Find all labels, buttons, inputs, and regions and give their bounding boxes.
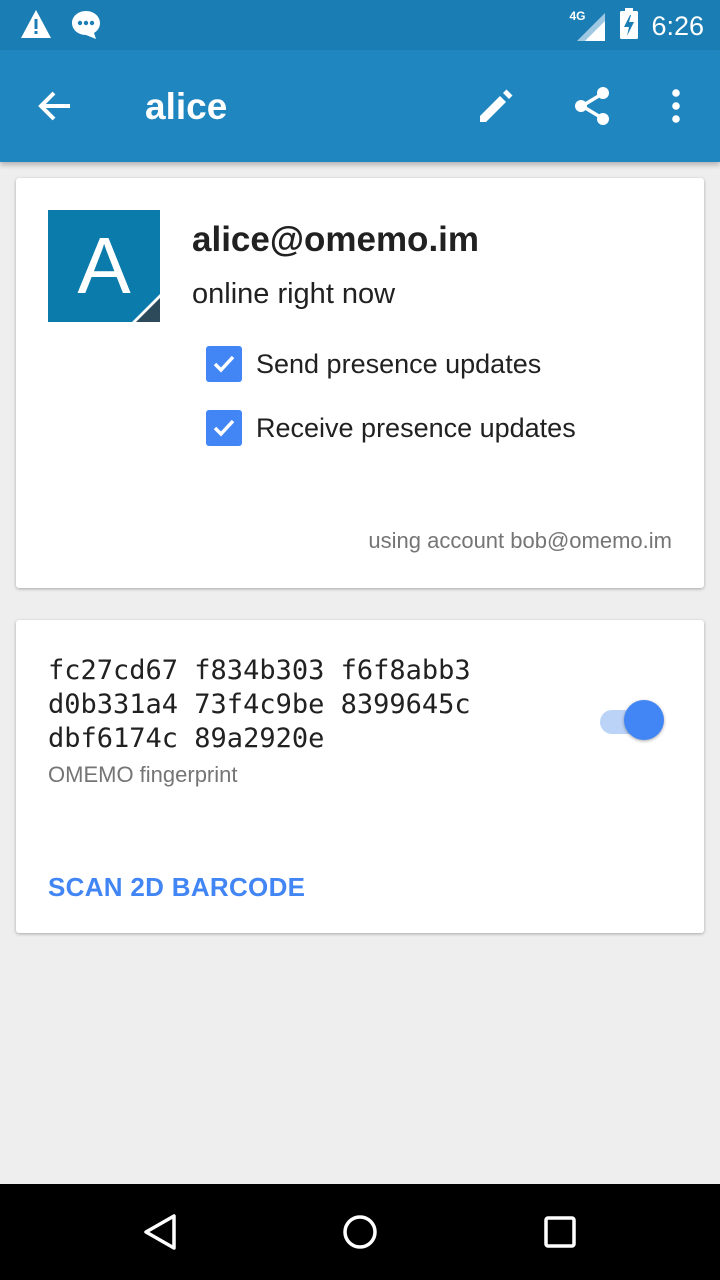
status-bar: 4G 6:26	[0, 0, 720, 50]
account-info: using account bob@omemo.im	[368, 528, 672, 553]
avatar-corner-icon	[132, 294, 160, 322]
avatar[interactable]: A	[48, 210, 160, 322]
checkmark-icon	[213, 419, 235, 437]
omemo-fingerprint: fc27cd67 f834b303 f6f8abb3 d0b331a4 73f4…	[48, 655, 471, 754]
signal-icon: 4G	[569, 8, 607, 43]
toolbar-title: alice	[145, 86, 228, 127]
checkmark-icon	[213, 355, 235, 373]
share-icon[interactable]	[570, 84, 614, 128]
nav-back-icon[interactable]	[138, 1210, 182, 1254]
warning-icon	[20, 9, 52, 46]
nav-home-icon[interactable]	[338, 1210, 382, 1254]
network-type: 4G	[569, 8, 586, 23]
edit-pencil-icon[interactable]	[474, 84, 518, 128]
scan-barcode-button[interactable]: SCAN 2D BARCODE	[48, 872, 305, 903]
send-presence-row[interactable]: Send presence updates	[206, 346, 541, 382]
omemo-card: fc27cd67 f834b303 f6f8abb3 d0b331a4 73f4…	[16, 620, 704, 933]
navigation-bar	[0, 1184, 720, 1280]
nav-recents-icon[interactable]	[538, 1210, 582, 1254]
back-arrow-icon[interactable]	[34, 84, 78, 128]
send-presence-checkbox[interactable]	[206, 346, 242, 382]
app-toolbar: alice	[0, 50, 720, 162]
contact-card: A alice@omemo.im online right now Send p…	[16, 178, 704, 588]
clock: 6:26	[651, 11, 704, 41]
more-vert-icon[interactable]	[654, 84, 698, 128]
toggle-thumb	[624, 700, 664, 740]
receive-presence-checkbox[interactable]	[206, 410, 242, 446]
receive-presence-label: Receive presence updates	[256, 412, 576, 443]
send-presence-label: Send presence updates	[256, 348, 542, 379]
presence-status: online right now	[192, 278, 396, 310]
omemo-fingerprint-label: OMEMO fingerprint	[48, 762, 238, 787]
receive-presence-row[interactable]: Receive presence updates	[206, 410, 576, 446]
contact-jid: alice@omemo.im	[192, 220, 480, 259]
trust-toggle[interactable]	[598, 700, 668, 744]
chat-bubble-icon	[70, 9, 102, 46]
battery-charging-icon	[619, 8, 639, 45]
